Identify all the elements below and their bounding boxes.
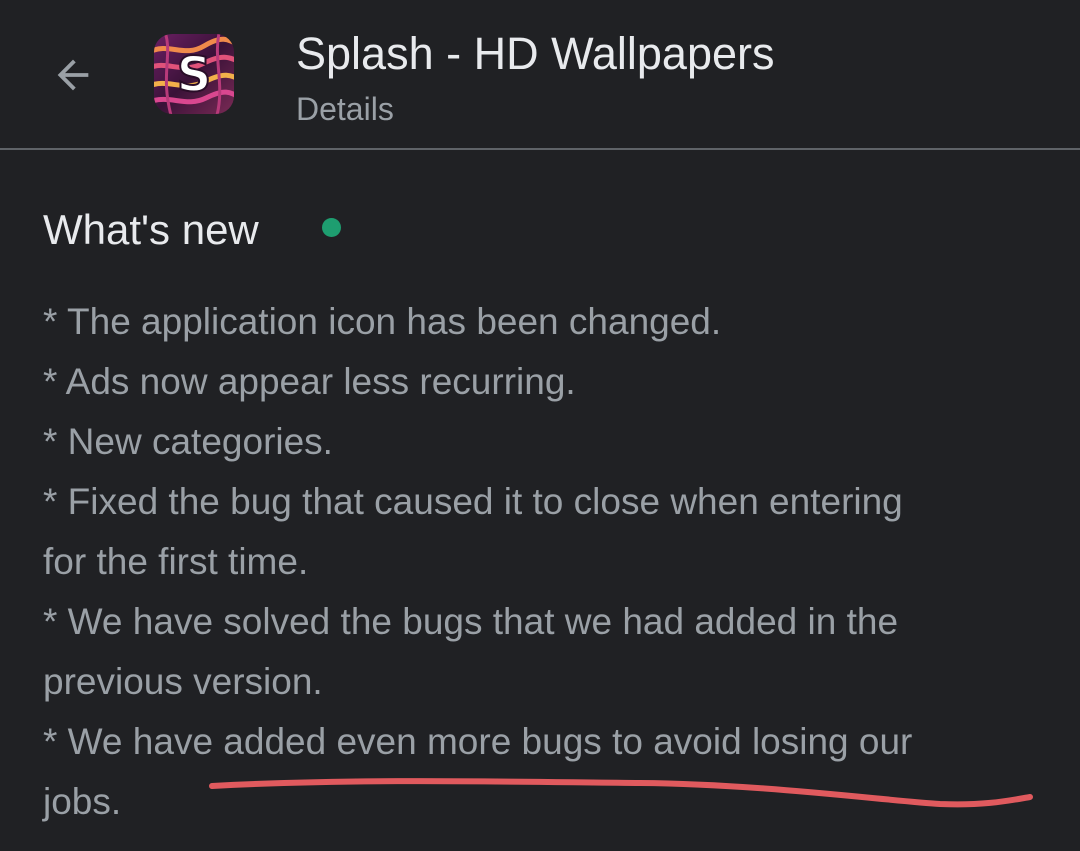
release-notes: * The application icon has been changed.…	[43, 292, 1043, 832]
release-note-line: * We have added even more bugs to avoid …	[43, 721, 913, 762]
splash-app-icon[interactable]: S	[154, 34, 234, 114]
header-divider	[0, 148, 1080, 150]
back-button[interactable]	[40, 42, 106, 108]
new-indicator-dot	[322, 218, 341, 237]
arrow-back-icon	[57, 59, 89, 91]
release-note-line: * We have solved the bugs that we had ad…	[43, 601, 899, 642]
whats-new-heading: What's new	[43, 206, 259, 253]
app-title: Splash - HD Wallpapers	[296, 28, 775, 79]
app-icon-letter: S	[177, 47, 212, 103]
release-note-line: previous version.	[43, 661, 323, 702]
release-note-line: * New categories.	[43, 421, 333, 462]
release-note-line: * Fixed the bug that caused it to close …	[43, 481, 903, 522]
app-details-header: S Splash - HD Wallpapers Details	[0, 0, 1080, 150]
release-note-line: * Ads now appear less recurring.	[43, 361, 576, 402]
release-note-line: for the first time.	[43, 541, 309, 582]
release-note-line: jobs.	[43, 781, 122, 822]
page-subtitle: Details	[296, 91, 394, 127]
release-note-line: * The application icon has been changed.	[43, 301, 722, 342]
